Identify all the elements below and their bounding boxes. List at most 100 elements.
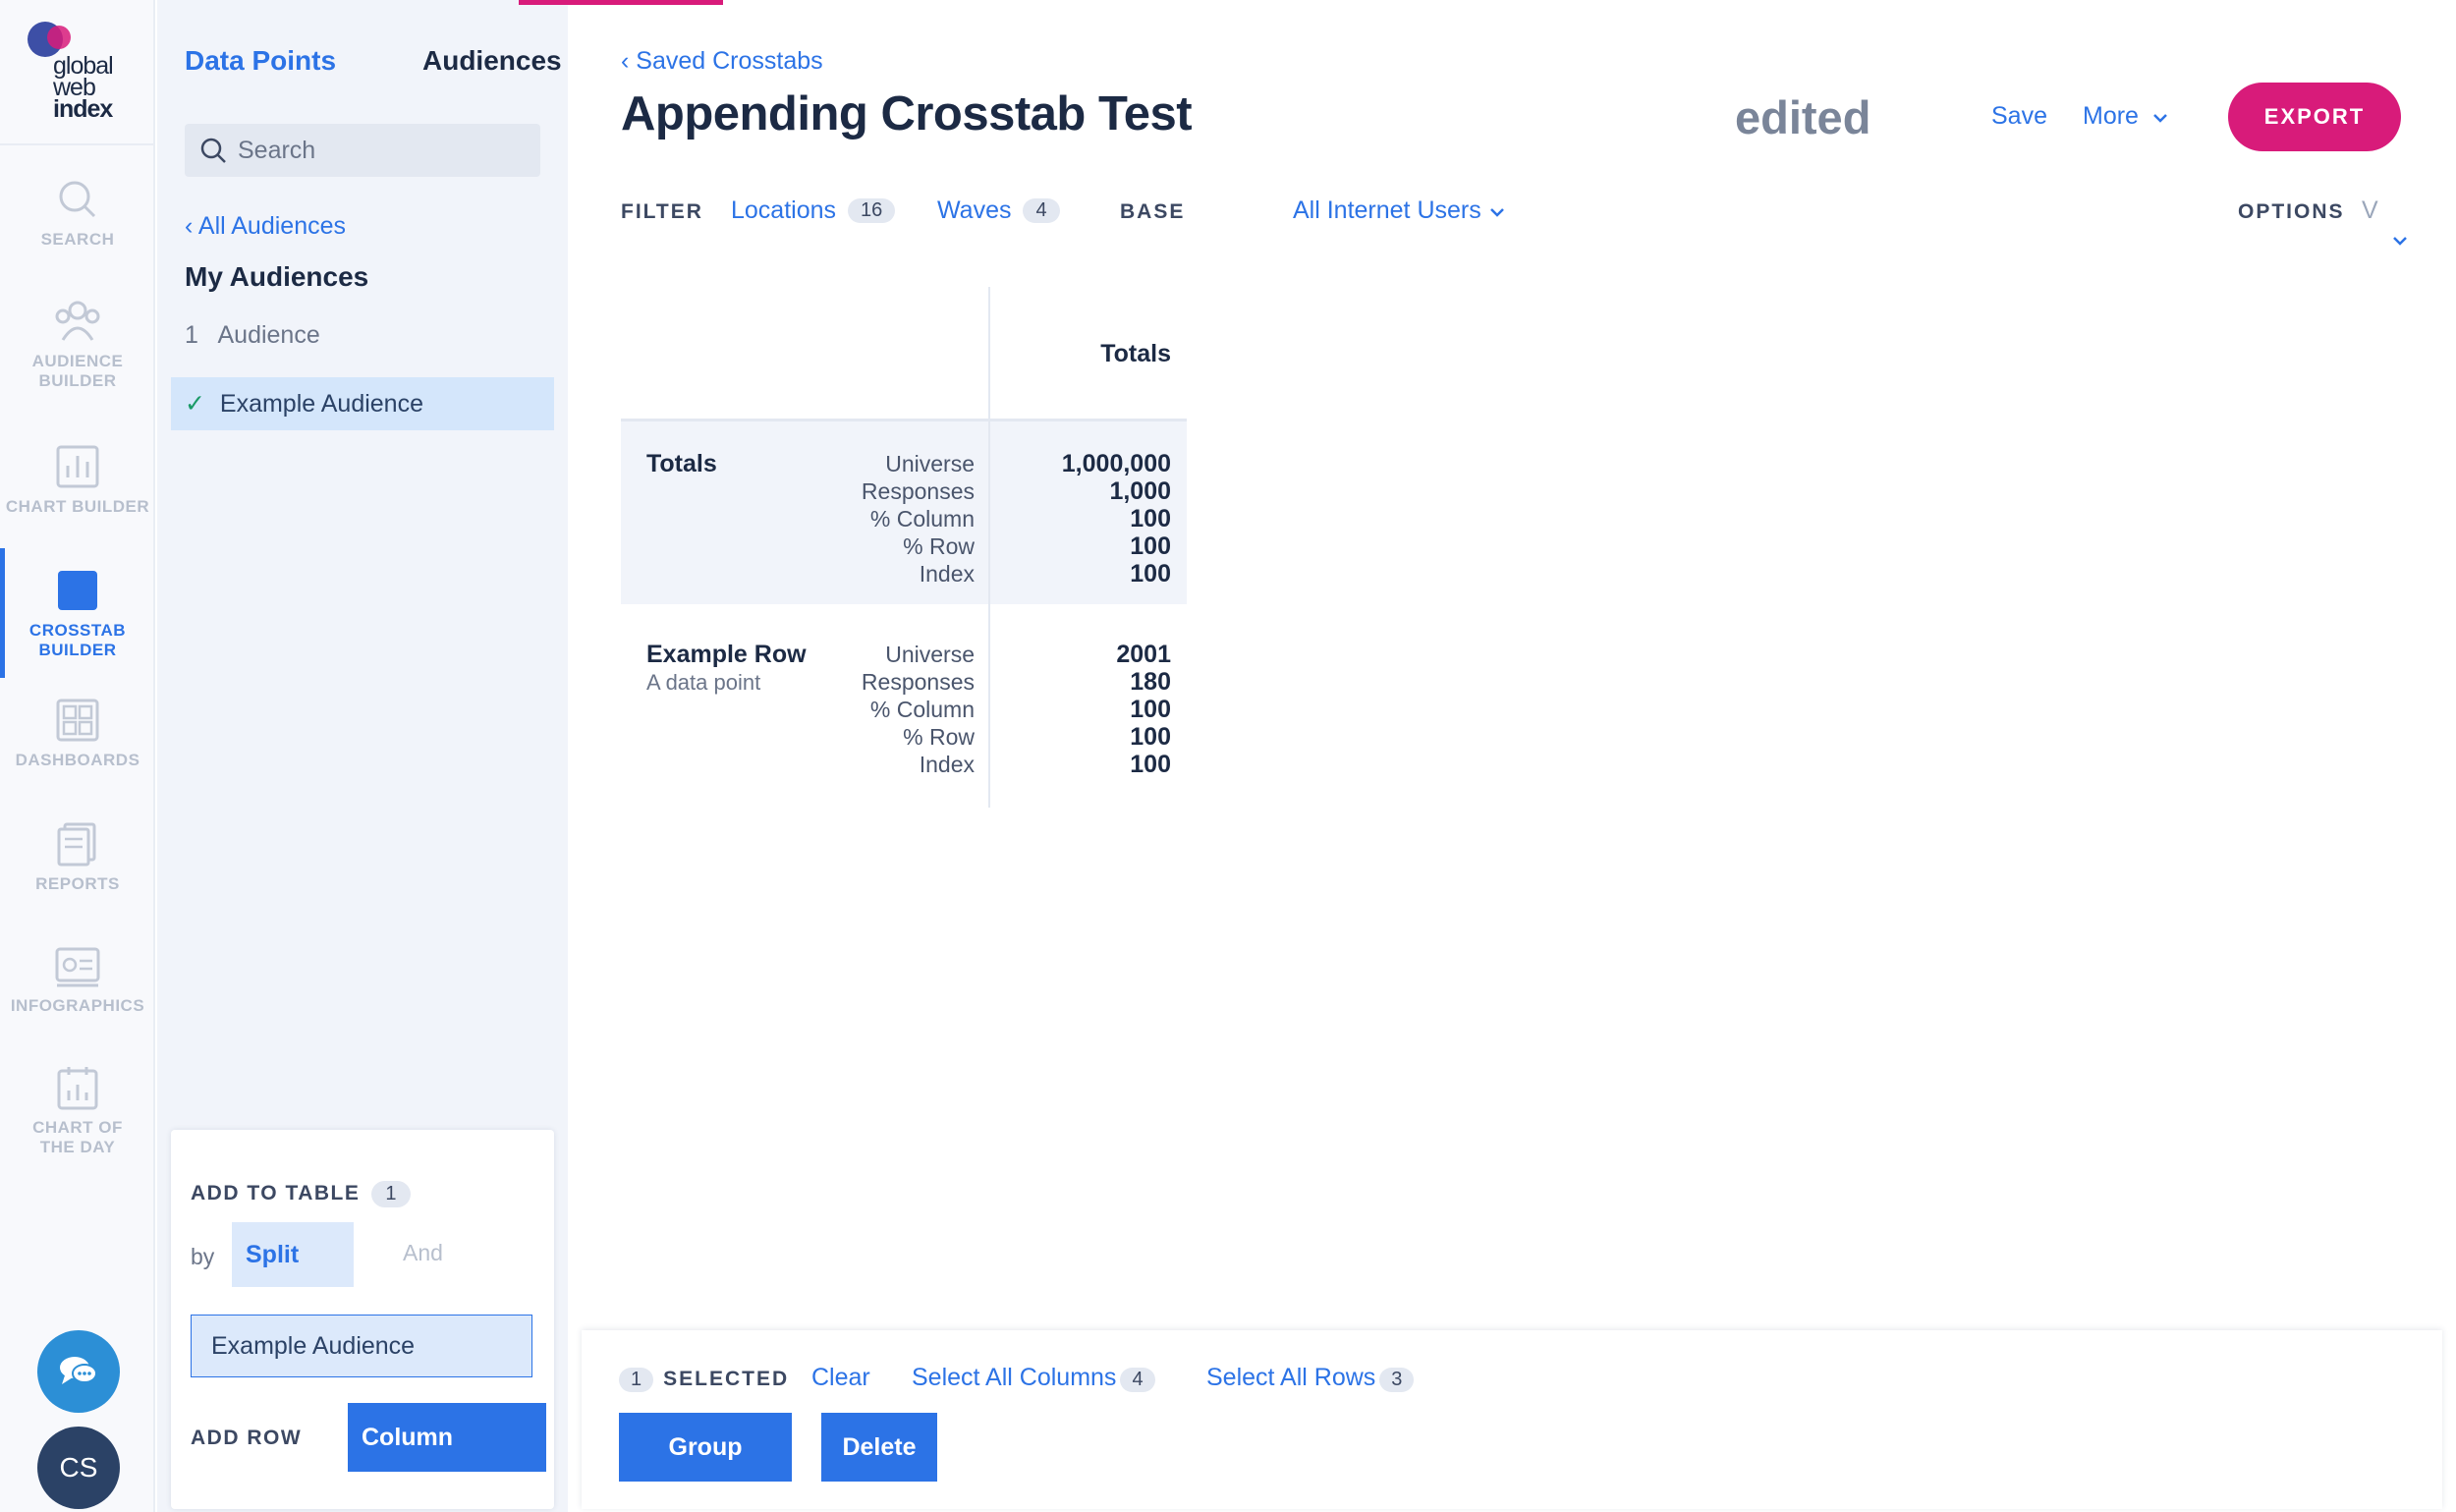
selection-summary: 1 SELECTED Clear Select All Columns 4 Sele… [619, 1364, 1415, 1397]
group-button[interactable]: Group [619, 1413, 792, 1482]
selected-audience-chip[interactable]: Example Audience [191, 1315, 532, 1377]
more-label: More [2083, 102, 2139, 130]
cell-value: 100 [1130, 751, 1171, 778]
nav-chart-of-the-day[interactable]: CHART OF THE DAY [0, 1065, 155, 1157]
add-count-badge: 1 [371, 1181, 411, 1207]
add-row-label[interactable]: ADD ROW [191, 1427, 302, 1450]
logo[interactable]: global web index [0, 0, 155, 145]
nav-chart-builder[interactable]: CHART BUILDER [0, 444, 155, 517]
cell-value: 1,000,000 [1061, 450, 1171, 477]
base-value: All Internet Users [1293, 196, 1481, 224]
chevron-down-icon [1489, 208, 1504, 217]
search-box[interactable] [185, 124, 540, 177]
chevron-down-icon [2153, 114, 2167, 123]
view-dropdown[interactable]: V [2362, 196, 2419, 253]
filter-bar: FILTER Locations 16 Waves 4 BASE All Inter… [621, 196, 2419, 246]
select-all-columns-link[interactable]: Select All Columns 4 [912, 1364, 1155, 1392]
crosstab-icon [58, 571, 97, 610]
rows-count-badge: 3 [1379, 1368, 1415, 1392]
user-avatar[interactable]: CS [37, 1427, 120, 1509]
nav-search[interactable]: SEARCH [0, 177, 155, 250]
nav-crosstab-label-2: BUILDER [38, 641, 117, 659]
row-values[interactable]: 1,000,000 1,000 100 100 100 [990, 450, 1171, 588]
column-header[interactable]: Totals [990, 340, 1171, 368]
metric-label: Responses [861, 478, 975, 504]
select-all-rows-link[interactable]: Select All Rows 3 [1206, 1364, 1415, 1392]
chat-icon [60, 1357, 97, 1384]
page-title[interactable]: Appending Crosstab Test [621, 86, 1193, 141]
search-input[interactable] [238, 124, 532, 177]
filter-label: FILTER [621, 200, 703, 223]
nav-dashboards[interactable]: DASHBOARDS [0, 698, 155, 770]
nav-reports[interactable]: REPORTS [0, 821, 155, 894]
reports-icon [57, 822, 96, 867]
audience-item[interactable]: 1 Audience [171, 308, 554, 362]
row-metrics: Universe Responses % Column % Row Index [817, 641, 975, 778]
main-area: ‹ Saved Crosstabs Appending Crosstab Tes… [568, 0, 2456, 1512]
breadcrumb[interactable]: ‹ Saved Crosstabs [621, 47, 823, 76]
row-subtitle: A data point [646, 670, 761, 695]
add-column-button[interactable]: Column [348, 1403, 546, 1472]
audience-name: Audience [217, 321, 320, 349]
locations-filter[interactable]: Locations 16 [731, 196, 896, 225]
selected-count-badge: 1 [619, 1368, 654, 1392]
nav-cotd-label: CHART OF [32, 1118, 123, 1137]
bar-chart-icon [56, 445, 99, 488]
cell-value: 100 [1130, 560, 1171, 588]
nav-search-label: SEARCH [40, 230, 115, 249]
nav-cotd-label-2: THE DAY [39, 1138, 116, 1156]
waves-filter[interactable]: Waves 4 [937, 196, 1060, 225]
select-all-columns-label: Select All Columns [912, 1364, 1117, 1391]
metric-label: Universe [885, 451, 975, 476]
cell-value: 100 [1130, 723, 1171, 751]
tab-data-points[interactable]: Data Points [185, 45, 336, 77]
chevron-left-icon: ‹ [621, 47, 630, 75]
waves-label: Waves [937, 196, 1012, 224]
base-dropdown[interactable]: All Internet Users [1293, 196, 1506, 225]
add-to-table-label: ADD TO TABLE [191, 1182, 361, 1204]
metric-label: Universe [885, 642, 975, 667]
select-all-rows-label: Select All Rows [1206, 1364, 1376, 1391]
nav-dashboards-label: DASHBOARDS [15, 751, 140, 769]
cell-value: 100 [1130, 532, 1171, 560]
nav-crosstab-label: CROSSTAB [28, 621, 127, 640]
metric-label: % Column [869, 697, 975, 722]
chat-button[interactable] [37, 1330, 120, 1413]
nav-audience-builder[interactable]: AUDIENCE BUILDER [0, 299, 155, 391]
and-button[interactable]: And [403, 1240, 443, 1266]
more-menu[interactable]: More [2083, 102, 2169, 131]
base-label: BASE [1120, 200, 1186, 223]
row-values[interactable]: 2001 180 100 100 100 [990, 641, 1171, 778]
logo-mark-accent [47, 26, 71, 49]
columns-count-badge: 4 [1120, 1368, 1155, 1392]
export-button[interactable]: EXPORT [2228, 83, 2401, 151]
clear-selection-link[interactable]: Clear [811, 1364, 870, 1392]
save-button[interactable]: Save [1991, 102, 2047, 131]
add-to-table-box: ADD TO TABLE 1 by Split And Example Audie… [171, 1130, 554, 1509]
audience-number: 1 [185, 321, 198, 349]
tab-audiences[interactable]: Audiences [422, 45, 562, 77]
audience-icon [55, 301, 100, 341]
nav-audience-label-2: BUILDER [38, 371, 117, 390]
nav-chart-label: CHART BUILDER [5, 497, 150, 516]
all-audiences-link[interactable]: ‹ All Audiences [185, 212, 346, 241]
nav-crosstab-builder[interactable]: CROSSTAB BUILDER [0, 568, 155, 660]
nav-reports-label: REPORTS [35, 874, 120, 893]
locations-count-badge: 16 [848, 198, 896, 223]
selected-label: SELECTED [663, 1368, 790, 1390]
row-header[interactable]: Example Row [646, 641, 807, 669]
panel-tabs: Data Points Audiences [185, 45, 562, 84]
nav-infographics[interactable]: INFOGRAPHICS [0, 943, 155, 1016]
audience-item-selected[interactable]: ✓ Example Audience [171, 377, 554, 430]
audience-panel: Data Points Audiences ‹ All Audiences My… [157, 0, 723, 1512]
cell-value: 1,000 [1109, 477, 1171, 505]
logo-line-3: index [53, 95, 113, 123]
chevron-down-icon [2393, 237, 2407, 246]
edited-status: edited [1735, 91, 1871, 143]
add-to-table-heading: ADD TO TABLE 1 [191, 1181, 411, 1207]
row-header[interactable]: Totals [646, 450, 717, 478]
selection-bar: 1 SELECTED Clear Select All Columns 4 Sele… [582, 1330, 2442, 1509]
options-label: OPTIONS [2238, 200, 2345, 223]
split-button[interactable]: Split [232, 1222, 354, 1287]
delete-button[interactable]: Delete [821, 1413, 937, 1482]
